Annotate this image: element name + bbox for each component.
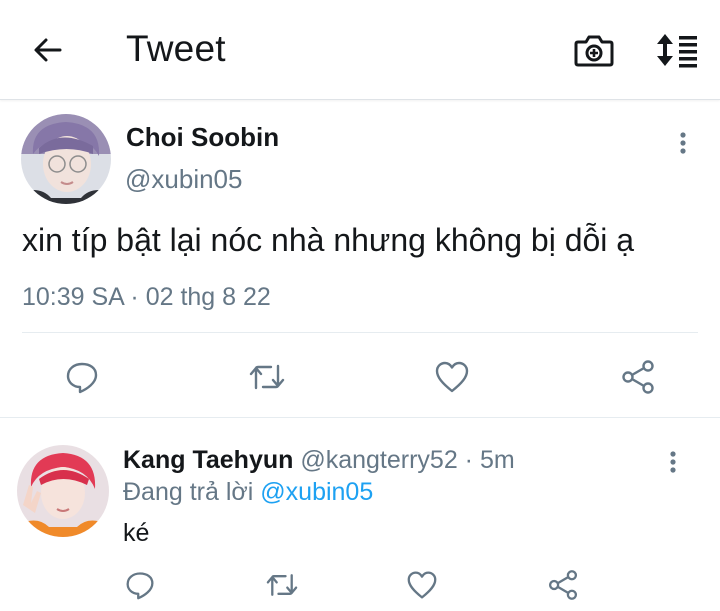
reply-icon: [66, 362, 98, 394]
camera-button[interactable]: [573, 30, 615, 70]
retweet-button[interactable]: [260, 563, 304, 607]
camera-icon: [574, 35, 614, 67]
sort-button[interactable]: [652, 30, 700, 70]
display-name[interactable]: Kang Taehyun: [123, 446, 293, 474]
heart-icon: [407, 571, 437, 599]
sort-icon: [657, 34, 697, 68]
reply-header: Kang Taehyun @kangterry52 · 5m: [123, 446, 515, 475]
avatar[interactable]: [17, 445, 109, 537]
share-button[interactable]: [541, 563, 585, 607]
top-app-bar: Tweet: [0, 0, 720, 100]
mention-link[interactable]: @xubin05: [260, 478, 373, 506]
tweet-timestamp: 10:39 SA · 02 thg 8 22: [22, 283, 271, 311]
display-name[interactable]: Choi Soobin: [126, 122, 279, 153]
share-icon: [622, 360, 654, 394]
share-button[interactable]: [616, 355, 660, 399]
user-handle[interactable]: @xubin05: [125, 164, 242, 195]
tweet-text: xin típ bật lại nóc nhà nhưng không bị d…: [22, 222, 635, 258]
avatar[interactable]: [21, 114, 111, 204]
reply-tweet[interactable]: Kang Taehyun @kangterry52 · 5m Đang trả …: [0, 419, 720, 611]
retweet-icon: [249, 364, 285, 390]
back-arrow-icon: [34, 38, 62, 62]
main-tweet: Choi Soobin @xubin05 xin típ bật lại nóc…: [0, 100, 720, 418]
retweet-button[interactable]: [245, 355, 289, 399]
like-button[interactable]: [400, 563, 444, 607]
handle-and-time: @kangterry52 · 5m: [293, 446, 515, 474]
more-vertical-icon: [670, 451, 676, 473]
more-options-button[interactable]: [670, 128, 696, 158]
replying-to: Đang trả lời @xubin05: [123, 478, 373, 507]
share-icon: [548, 570, 578, 600]
profile-photo: [17, 445, 109, 537]
replying-prefix: Đang trả lời: [123, 478, 261, 506]
tweet-text: ké: [123, 519, 150, 547]
page-title: Tweet: [126, 28, 226, 69]
back-button[interactable]: [28, 30, 68, 70]
heart-icon: [435, 361, 469, 393]
reply-icon: [126, 572, 154, 600]
divider: [22, 332, 698, 333]
reply-button[interactable]: [118, 563, 162, 607]
more-vertical-icon: [680, 132, 686, 154]
reply-button[interactable]: [60, 355, 104, 399]
retweet-icon: [266, 574, 298, 596]
like-button[interactable]: [430, 355, 474, 399]
profile-photo: [21, 114, 111, 204]
more-options-button[interactable]: [660, 447, 686, 477]
